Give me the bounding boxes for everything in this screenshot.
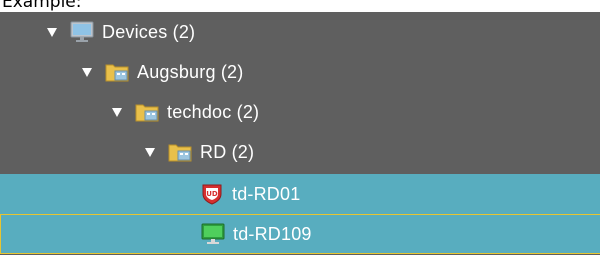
tree-node-label: td-RD01 <box>232 183 301 204</box>
device-tree[interactable]: Devices (2) Augsburg (2) techdoc (2) RD … <box>0 12 600 255</box>
tree-node-label: td-RD109 <box>233 223 312 244</box>
folder-location-icon <box>168 141 192 163</box>
folder-location-icon <box>135 101 159 123</box>
tree-node-techdoc[interactable]: techdoc (2) <box>0 92 600 132</box>
expand-arrow-icon[interactable] <box>82 67 92 77</box>
tree-node-devices[interactable]: Devices (2) <box>0 12 600 52</box>
folder-location-icon <box>105 61 129 83</box>
tree-node-label: Devices (2) <box>102 21 196 42</box>
svg-text:UD: UD <box>206 190 218 198</box>
expand-arrow-icon[interactable] <box>47 27 57 37</box>
tree-node-augsburg[interactable]: Augsburg (2) <box>0 52 600 92</box>
green-monitor-icon <box>201 223 225 245</box>
monitor-group-icon <box>70 21 94 43</box>
example-caption: Example: <box>2 0 82 12</box>
expand-arrow-icon[interactable] <box>145 147 155 157</box>
tree-node-label: techdoc (2) <box>167 101 260 122</box>
tree-node-label: RD (2) <box>200 141 255 162</box>
tree-node-label: Augsburg (2) <box>137 61 244 82</box>
tree-node-rd[interactable]: RD (2) <box>0 132 600 172</box>
expand-arrow-icon[interactable] <box>112 107 122 117</box>
ud-shield-icon: UD <box>200 183 224 205</box>
tree-node-td-rd01[interactable]: UD td-RD01 <box>0 174 600 214</box>
tree-node-td-rd109[interactable]: td-RD109 <box>0 214 600 254</box>
